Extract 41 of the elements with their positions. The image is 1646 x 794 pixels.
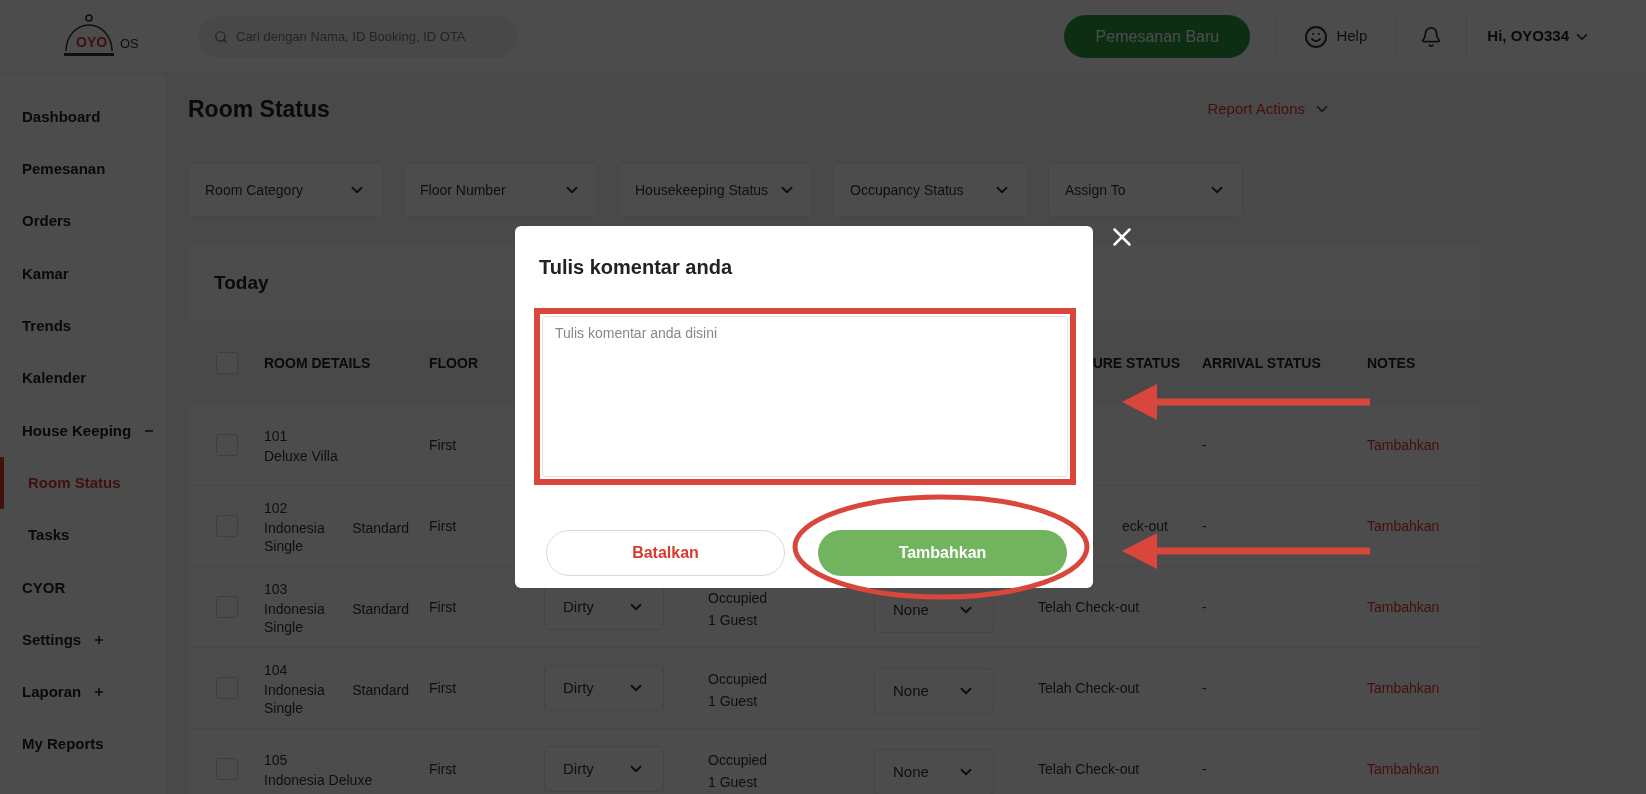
room-number: 102 — [264, 498, 289, 518]
departure-status: Telah Check-out — [1038, 759, 1141, 779]
room-number: 105 — [264, 750, 289, 770]
floor-cell-text: First — [429, 678, 458, 698]
departure-status: Telah Check-out — [1038, 597, 1141, 617]
occupancy-text: 1 Guest — [708, 611, 759, 630]
column-header: ARRIVAL STATUS — [1202, 353, 1322, 373]
floor-cell-text: First — [429, 597, 458, 617]
column-header: NOTES — [1367, 353, 1417, 373]
room-type: Indonesia Standard Single — [264, 518, 409, 555]
column-header: FLOOR — [429, 353, 479, 373]
departure-status: Telah Check-out — [1038, 678, 1141, 698]
add-button[interactable]: Tambahkan — [818, 530, 1067, 576]
room-number: 101 — [264, 426, 289, 446]
dialog-title: Tulis komentar anda — [538, 255, 734, 280]
room-number: 104 — [264, 660, 289, 680]
arrival-status: - — [1202, 435, 1208, 455]
column-header: URE STATUS — [1092, 353, 1181, 373]
comment-field[interactable]: Tulis komentar anda disini — [542, 316, 1068, 477]
table-title: Today — [214, 270, 269, 295]
arrival-status: - — [1202, 516, 1208, 536]
arrival-status: - — [1202, 759, 1208, 779]
room-number: 103 — [264, 579, 289, 599]
floor-cell-text: First — [429, 516, 458, 536]
floor-cell-text: First — [429, 435, 458, 455]
floor-cell-text: First — [429, 759, 458, 779]
page-title: Room Status — [188, 94, 330, 124]
room-type: Deluxe Villa — [264, 446, 339, 465]
room-type: Indonesia Standard Single — [264, 599, 409, 636]
occupancy-text: Occupied — [708, 751, 769, 770]
occupancy-text: Occupied — [708, 670, 769, 689]
arrival-status: - — [1202, 678, 1208, 698]
room-type: Indonesia Deluxe — [264, 770, 374, 789]
occupancy-text: 1 Guest — [708, 692, 759, 711]
arrival-status: - — [1202, 597, 1208, 617]
departure-status: eck-out — [1122, 516, 1169, 536]
occupancy-text: 1 Guest — [708, 773, 759, 792]
column-header: ROOM DETAILS — [264, 353, 372, 373]
room-type: Indonesia Standard Single — [264, 680, 409, 717]
occupancy-text: Occupied — [708, 589, 769, 608]
cancel-button[interactable]: Batalkan — [546, 530, 785, 576]
